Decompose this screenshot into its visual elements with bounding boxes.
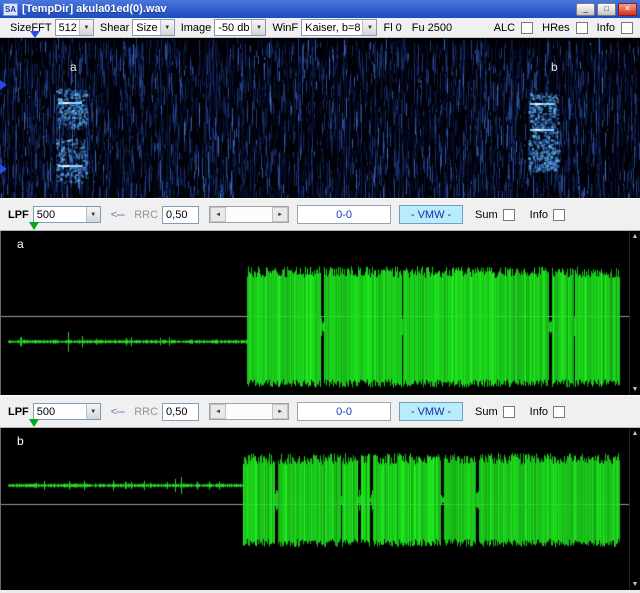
waveform-v-scrollbar-b[interactable]: ▲ ▼ xyxy=(629,428,640,590)
image-label: Image xyxy=(180,21,212,34)
range-display-a: 0-0 xyxy=(297,205,392,224)
image-value: -50 db xyxy=(218,21,250,34)
hres-checkbox[interactable] xyxy=(575,21,588,34)
spectrogram-panel[interactable]: a b xyxy=(0,38,640,198)
control-bar-a: LPF 500 ▼ <--- RRC ◄ ► 0-0 - VMW - Sum I… xyxy=(0,198,640,231)
spectrogram-position-marker-icon[interactable] xyxy=(30,31,40,38)
waveform-position-marker-icon[interactable] xyxy=(29,419,39,427)
chevron-down-icon[interactable]: ▼ xyxy=(159,20,174,35)
fl-label: Fl xyxy=(383,21,393,34)
chevron-down-icon[interactable]: ▼ xyxy=(85,404,100,419)
scroll-right-icon[interactable]: ► xyxy=(272,207,289,222)
rrc-label-b: RRC xyxy=(134,405,159,418)
up-arrow-icon[interactable]: ▲ xyxy=(630,430,640,437)
waveform-position-marker-icon[interactable] xyxy=(29,222,39,230)
lpf-select-a[interactable]: 500 ▼ xyxy=(32,206,101,223)
winf-value: Kaiser, b=8 xyxy=(305,21,361,34)
alc-label: ALC xyxy=(493,21,516,34)
info-label: Info xyxy=(596,21,615,34)
minimize-button[interactable]: _ xyxy=(576,2,595,16)
close-button[interactable]: ✕ xyxy=(618,2,637,16)
waveform-canvas-a[interactable] xyxy=(1,231,630,395)
scroll-right-icon[interactable]: ► xyxy=(272,404,289,419)
sizefft-value: 512 xyxy=(58,21,77,34)
alc-checkbox[interactable] xyxy=(521,21,534,34)
app-window: SA [TempDir] akula01ed(0).wav _ □ ✕ Size… xyxy=(0,0,640,593)
app-icon: SA xyxy=(3,2,18,16)
shear-select[interactable]: Size ▼ xyxy=(132,19,175,36)
scroll-track[interactable] xyxy=(226,207,273,222)
range-display-b: 0-0 xyxy=(297,402,392,421)
scroll-left-icon[interactable]: ◄ xyxy=(210,207,227,222)
shear-label: Shear xyxy=(99,21,130,34)
spectrogram-label-a: a xyxy=(70,60,77,74)
down-arrow-icon[interactable]: ▼ xyxy=(630,386,640,393)
lpf-label-a: LPF xyxy=(8,208,29,221)
info-label-b: Info xyxy=(529,405,549,418)
info-label-a: Info xyxy=(529,208,549,221)
lpf-label-b: LPF xyxy=(8,405,29,418)
arrow-indicator-b: <--- xyxy=(110,405,125,418)
hres-label: HRes xyxy=(542,21,570,34)
h-scrollbar-b[interactable]: ◄ ► xyxy=(209,403,290,420)
waveform-v-scrollbar-a[interactable]: ▲ ▼ xyxy=(629,231,640,395)
image-select[interactable]: -50 db ▼ xyxy=(214,19,267,36)
sizefft-select[interactable]: 512 ▼ xyxy=(54,19,94,36)
up-arrow-icon[interactable]: ▲ xyxy=(630,233,640,240)
vmw-button-a[interactable]: - VMW - xyxy=(399,205,464,224)
fu-value: 2500 xyxy=(427,21,453,34)
spectrogram-canvas[interactable] xyxy=(0,38,640,198)
winf-label: WinF xyxy=(272,21,299,34)
waveform-label-a: a xyxy=(17,237,24,251)
lpf-value-b: 500 xyxy=(36,405,56,418)
toolbar: SizeFFT 512 ▼ Shear Size ▼ Image -50 db … xyxy=(0,18,640,38)
down-arrow-icon[interactable]: ▼ xyxy=(630,581,640,588)
arrow-indicator-a: <--- xyxy=(110,208,125,221)
chevron-down-icon[interactable]: ▼ xyxy=(85,207,100,222)
scroll-left-icon[interactable]: ◄ xyxy=(210,404,227,419)
sum-checkbox-a[interactable] xyxy=(502,208,515,221)
maximize-button[interactable]: □ xyxy=(597,2,616,16)
fu-label: Fu xyxy=(411,21,425,34)
waveform-label-b: b xyxy=(17,434,24,448)
titlebar: SA [TempDir] akula01ed(0).wav _ □ ✕ xyxy=(0,0,640,18)
lpf-select-b[interactable]: 500 ▼ xyxy=(32,403,101,420)
sum-label-b: Sum xyxy=(475,405,498,418)
lpf-value-a: 500 xyxy=(36,208,56,221)
rrc-input-b[interactable] xyxy=(162,402,200,421)
scroll-track[interactable] xyxy=(226,404,273,419)
chevron-down-icon[interactable]: ▼ xyxy=(78,20,93,35)
h-scrollbar-a[interactable]: ◄ ► xyxy=(209,206,290,223)
frequency-marker-icon[interactable] xyxy=(0,80,7,90)
shear-value: Size xyxy=(136,21,158,34)
chevron-down-icon[interactable]: ▼ xyxy=(251,20,266,35)
frequency-marker-icon[interactable] xyxy=(0,164,7,174)
control-bar-b: LPF 500 ▼ <--- RRC ◄ ► 0-0 - VMW - Sum I… xyxy=(0,395,640,428)
info-checkbox-a[interactable] xyxy=(553,208,566,221)
waveform-canvas-b[interactable] xyxy=(1,428,630,590)
fl-value: 0 xyxy=(395,21,402,34)
winf-select[interactable]: Kaiser, b=8 ▼ xyxy=(301,19,378,36)
waveform-panel-b[interactable]: b ▲ ▼ xyxy=(0,428,640,590)
window-title: [TempDir] akula01ed(0).wav xyxy=(22,3,167,15)
vmw-button-b[interactable]: - VMW - xyxy=(399,402,464,421)
rrc-label-a: RRC xyxy=(134,208,159,221)
sum-checkbox-b[interactable] xyxy=(502,405,515,418)
chevron-down-icon[interactable]: ▼ xyxy=(362,20,377,35)
window-buttons: _ □ ✕ xyxy=(576,2,637,16)
spectrogram-label-b: b xyxy=(551,60,558,74)
waveform-panel-a[interactable]: a ▲ ▼ xyxy=(0,231,640,395)
info-checkbox-b[interactable] xyxy=(553,405,566,418)
sum-label-a: Sum xyxy=(475,208,498,221)
rrc-input-a[interactable] xyxy=(162,205,200,224)
info-checkbox[interactable] xyxy=(621,21,633,34)
